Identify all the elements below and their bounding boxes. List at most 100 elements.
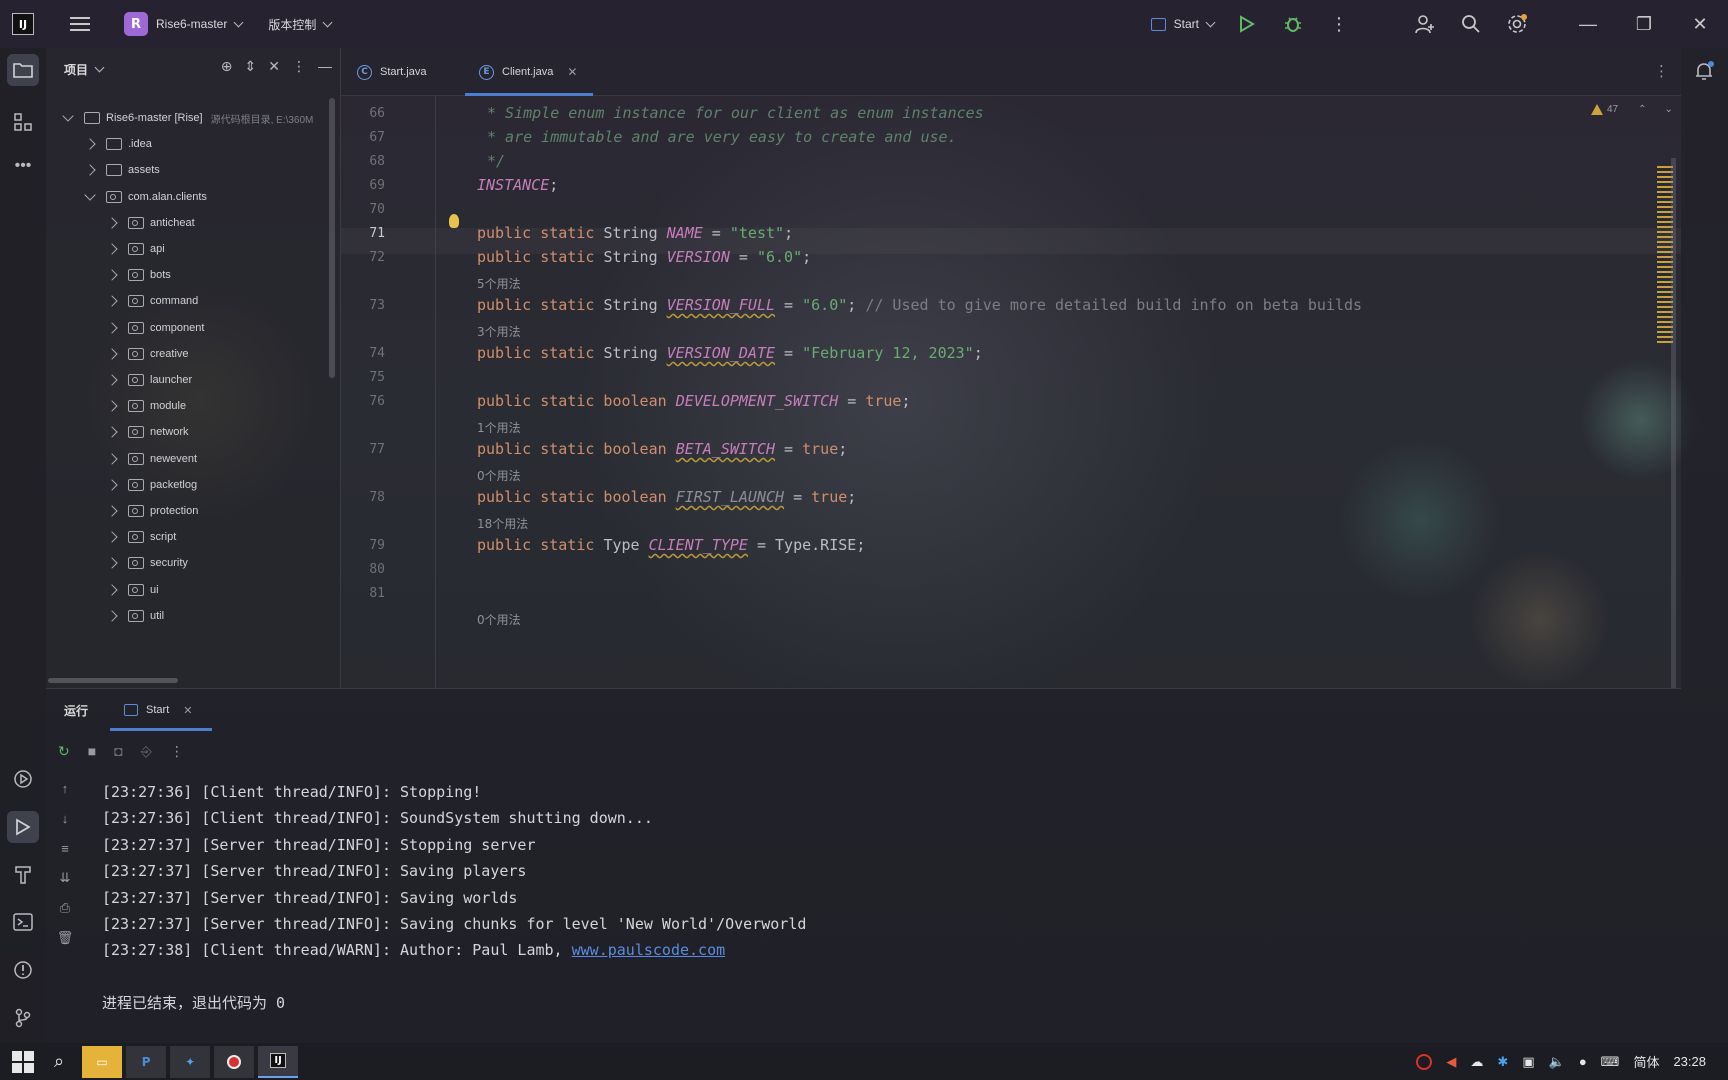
more-tabs-icon[interactable]: ⋮ <box>1654 62 1669 80</box>
expand-all-icon[interactable]: ⇕ <box>245 58 257 75</box>
taskbar-search-icon[interactable]: ⌕ <box>54 1051 64 1072</box>
tree-item-idea[interactable]: .idea <box>84 132 152 156</box>
minimize-button[interactable]: — <box>1560 0 1616 48</box>
chevron-right-icon[interactable] <box>106 348 118 360</box>
exit-icon[interactable]: ⎆ <box>141 743 152 760</box>
tree-item-component[interactable]: component <box>106 316 204 340</box>
services-tool-button[interactable] <box>7 763 39 795</box>
speaker-tray-icon[interactable]: ◀ <box>1446 1054 1456 1070</box>
record-tray-icon[interactable] <box>1416 1053 1433 1070</box>
recorder-icon[interactable] <box>214 1045 255 1078</box>
chevron-right-icon[interactable] <box>106 610 118 622</box>
git-tool-button[interactable] <box>7 1002 39 1034</box>
restore-button[interactable]: ❐ <box>1616 0 1672 48</box>
tree-item-security[interactable]: security <box>106 551 188 575</box>
run-config-dropdown[interactable]: Start <box>1150 17 1216 31</box>
tree-item-protection[interactable]: protection <box>106 499 198 523</box>
trash-icon[interactable]: 🗑 <box>54 927 76 949</box>
options-icon[interactable]: ⋮ <box>292 58 306 75</box>
arrow-up-icon[interactable]: ↑ <box>54 777 76 799</box>
tree-item-bots[interactable]: bots <box>106 263 171 287</box>
tab-start-java[interactable]: C Start.java <box>357 48 426 96</box>
tree-root[interactable]: Rise6-master [Rise] 源代码根目录, E:\360M <box>62 106 313 130</box>
close-tab-icon[interactable]: ✕ <box>567 65 577 79</box>
usage-hint[interactable]: 1个用法 <box>477 419 521 436</box>
vertical-scrollbar[interactable] <box>329 98 335 378</box>
tree-item-api[interactable]: api <box>106 237 165 261</box>
tree-item-launcher[interactable]: launcher <box>106 368 192 392</box>
run-tab-start[interactable]: Start ✕ <box>109 689 214 731</box>
tree-item-script[interactable]: script <box>106 525 176 549</box>
structure-tool-button[interactable] <box>7 106 39 138</box>
run-button[interactable] <box>1224 0 1270 48</box>
soft-wrap-icon[interactable]: ≡ <box>54 837 76 859</box>
add-user-button[interactable] <box>1402 0 1448 48</box>
collapse-all-icon[interactable]: ✕ <box>268 58 280 75</box>
usage-hint[interactable]: 5个用法 <box>477 275 521 292</box>
ime-indicator[interactable]: 简体 <box>1633 1052 1659 1071</box>
usage-hint[interactable]: 18个用法 <box>477 515 528 532</box>
problems-tool-button[interactable] <box>7 954 39 986</box>
volume-tray-icon[interactable]: 🔈 <box>1549 1054 1565 1070</box>
usage-hint[interactable]: 0个用法 <box>477 611 521 628</box>
tree-item-util[interactable]: util <box>106 604 164 628</box>
lightbulb-icon[interactable] <box>449 214 459 228</box>
close-tab-icon[interactable]: ✕ <box>183 704 192 717</box>
keyboard-tray-icon[interactable]: ⌨ <box>1601 1054 1620 1070</box>
chevron-right-icon[interactable] <box>106 217 118 229</box>
main-menu-icon[interactable] <box>70 17 90 31</box>
tab-client-java[interactable]: E Client.java ✕ <box>464 48 594 96</box>
chevron-right-icon[interactable] <box>84 164 96 177</box>
inspection-widget[interactable]: 47 ⌃ ⌄ <box>1591 104 1673 115</box>
cloud-tray-icon[interactable]: ☁ <box>1470 1054 1483 1070</box>
taskbar-clock[interactable]: 23:28 <box>1673 1054 1706 1069</box>
chevron-right-icon[interactable] <box>106 583 118 596</box>
chevron-right-icon[interactable] <box>106 321 118 334</box>
notifications-button[interactable] <box>1693 60 1715 87</box>
rerun-icon[interactable]: ↻ <box>58 743 70 760</box>
chevron-right-icon[interactable] <box>106 295 118 308</box>
print-icon[interactable]: ⎙ <box>54 897 76 919</box>
chevron-down-icon[interactable]: ⌄ <box>1665 104 1673 115</box>
tree-item-command[interactable]: command <box>106 289 198 313</box>
chevron-right-icon[interactable] <box>106 479 118 491</box>
intellij-logo-icon[interactable]: IJ <box>12 13 34 35</box>
arrow-down-icon[interactable]: ↓ <box>54 807 76 829</box>
project-badge[interactable]: R <box>124 12 148 36</box>
more-tools-button[interactable]: ••• <box>7 150 39 182</box>
more-actions-button[interactable]: ⋮ <box>1316 0 1362 48</box>
vcs-dropdown[interactable]: 版本控制 <box>268 16 316 33</box>
tree-item-network[interactable]: network <box>106 420 189 444</box>
tree-item-assets[interactable]: assets <box>84 158 160 182</box>
tree-item-anticheat[interactable]: anticheat <box>106 211 195 235</box>
terminal-tool-button[interactable] <box>7 906 39 938</box>
chevron-right-icon[interactable] <box>106 243 118 255</box>
usage-hint[interactable]: 3个用法 <box>477 323 521 340</box>
camera-icon[interactable]: ◘ <box>114 743 122 759</box>
p-app-icon[interactable]: P <box>126 1045 167 1078</box>
chevron-down-icon[interactable] <box>62 110 74 122</box>
chevron-right-icon[interactable] <box>106 400 118 412</box>
locate-file-icon[interactable]: ⊕ <box>221 58 233 75</box>
code-editor[interactable]: 65 66 67 68 69 70 71 72 73 74 75 76 77 7… <box>341 96 1681 688</box>
close-button[interactable]: ✕ <box>1672 0 1728 48</box>
hide-panel-icon[interactable]: — <box>318 58 332 75</box>
stop-icon[interactable]: ■ <box>88 743 96 759</box>
chevron-right-icon[interactable] <box>106 374 118 386</box>
chevron-down-icon[interactable] <box>84 188 96 201</box>
usage-hint[interactable]: 0个用法 <box>477 467 521 484</box>
network-tray-icon[interactable]: ▣ <box>1522 1054 1534 1070</box>
bluetooth-app-icon[interactable]: ✦ <box>170 1045 211 1078</box>
chevron-right-icon[interactable] <box>106 505 118 517</box>
horizontal-scrollbar[interactable] <box>48 678 178 683</box>
console-output[interactable]: [23:27:36] [Client thread/INFO]: Stoppin… <box>102 779 806 1016</box>
chevron-right-icon[interactable] <box>106 426 118 439</box>
build-tool-button[interactable] <box>7 858 39 890</box>
debug-button[interactable] <box>1270 0 1316 48</box>
chevron-right-icon[interactable] <box>106 452 118 465</box>
run-tool-button[interactable] <box>7 811 39 843</box>
project-tool-button[interactable] <box>7 54 39 86</box>
bluetooth-tray-icon[interactable]: ✱ <box>1497 1054 1508 1070</box>
chevron-right-icon[interactable] <box>84 138 96 150</box>
editor-scrollbar[interactable] <box>1671 158 1676 688</box>
